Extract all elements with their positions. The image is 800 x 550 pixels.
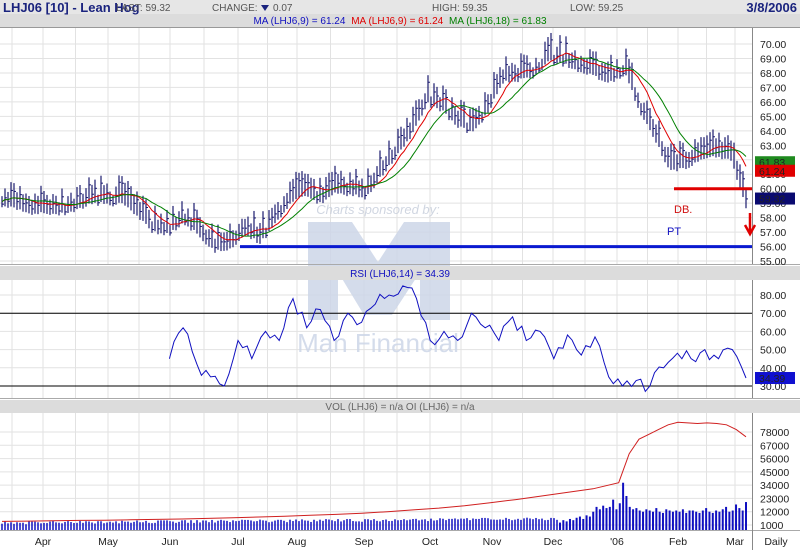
price-tick-label: 68.00 (760, 68, 786, 80)
volume-tick-label: 1000 (760, 520, 784, 532)
x-axis-label: Dec (544, 536, 563, 548)
price-tick-label: 58.00 (760, 213, 786, 225)
price-tick-label: 55.00 (760, 256, 786, 268)
x-axis-label: Apr (35, 536, 52, 548)
price-tick-label: 56.00 (760, 242, 786, 254)
futures-chart: LHJ06 [10] - Lean Hog LAST: 59.32 CHANGE… (0, 0, 800, 550)
price-target-label: PT (667, 226, 681, 238)
double-bottom-label: DB. (674, 204, 692, 216)
x-axis-label: Mar (726, 536, 745, 548)
low-price: LOW: 59.25 (570, 3, 624, 14)
price-tick-label: 65.00 (760, 111, 786, 123)
price-tick-label: 67.00 (760, 82, 786, 94)
rsi-tick-label: 70.00 (760, 308, 786, 320)
rsi-tick-label: 80.00 (760, 290, 786, 302)
sponsor-text: Charts sponsored by: (316, 202, 440, 217)
x-axis-label: Jun (162, 536, 179, 548)
price-tick-label: 63.00 (760, 140, 786, 152)
ma-legend-3: MA (LHJ6,18) = 61.83 (449, 16, 547, 27)
x-axis-label: Jul (231, 536, 244, 548)
change-label: CHANGE: (212, 3, 258, 14)
volume-panel (1, 421, 747, 530)
rsi-tick-label: 50.00 (760, 345, 786, 357)
x-axis-label: Nov (483, 536, 502, 548)
ma-legend-1: MA (LHJ6,9) = 61.24 (253, 16, 345, 27)
x-axis-label: Feb (669, 536, 687, 548)
sponsor-name: Man Financial (297, 328, 459, 358)
volume-tick-label: 45000 (760, 467, 789, 479)
price-tick-label: 70.00 (760, 39, 786, 51)
x-axis-label: Daily (764, 536, 788, 548)
price-panel (1, 32, 752, 253)
vol-title: VOL (LHJ6) = n/a OI (LHJ6) = n/a (325, 402, 475, 413)
ma-legend: MA (LHJ6,9) = 61.24 MA (LHJ6,9) = 61.24 … (253, 16, 547, 27)
last-price: LAST: 59.32 (116, 3, 171, 14)
volume-tick-label: 56000 (760, 454, 789, 466)
price-tick-label: 57.00 (760, 227, 786, 239)
volume-tick-label: 23000 (760, 493, 789, 505)
x-axis-label: Aug (288, 536, 307, 548)
price-badge-value: 61.24 (759, 166, 785, 178)
x-axis-label: Sep (355, 536, 374, 548)
price-badge-value: 59.32 (759, 194, 785, 206)
high-price: HIGH: 59.35 (432, 3, 488, 14)
chart-date: 3/8/2006 (746, 0, 797, 15)
rsi-tick-label: 60.00 (760, 326, 786, 338)
x-axis-label: Oct (422, 536, 438, 548)
volume-tick-label: 67000 (760, 440, 789, 452)
x-axis-label: May (98, 536, 119, 548)
x-axis-label: '06 (610, 536, 624, 548)
ma-legend-2: MA (LHJ6,9) = 61.24 (351, 16, 443, 27)
volume-tick-label: 34000 (760, 480, 789, 492)
down-arrow-icon (743, 213, 757, 237)
volume-tick-label: 78000 (760, 427, 789, 439)
price-tick-label: 64.00 (760, 126, 786, 138)
price-tick-label: 66.00 (760, 97, 786, 109)
change-value: 0.07 (273, 3, 293, 14)
rsi-badge-value: 34.39 (759, 373, 785, 385)
volume-tick-label: 12000 (760, 507, 789, 519)
price-tick-label: 69.00 (760, 53, 786, 65)
rsi-title: RSI (LHJ6,14) = 34.39 (350, 269, 450, 280)
